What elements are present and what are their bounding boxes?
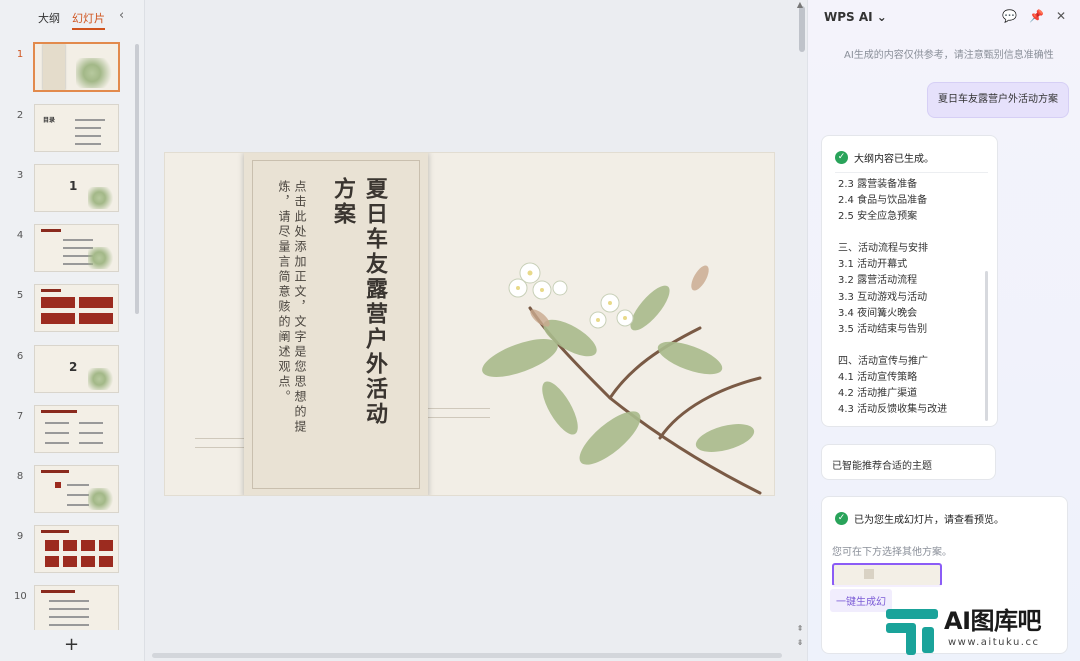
watermark-title: AI图库吧 [944,607,1042,635]
outline-item: 三、活动流程与安排 [838,243,928,255]
outline-item: 2.3 露营装备准备 [838,179,918,190]
slide-number: 7 [16,411,24,422]
outline-item: 四、活动宣传与推广 [838,355,928,367]
slide-body-text[interactable]: 点击此处添加正文，文字是您思想的提炼，请尽量言简意赅的阐述观点。 [276,180,308,460]
scroll-up-icon[interactable]: ▲ [796,0,804,9]
thumb-section-number: 2 [69,360,78,374]
add-slide-button[interactable]: + [64,634,79,655]
slide-thumbnail-6[interactable]: 2 [34,345,119,393]
flower-illustration [482,262,762,495]
tab-slides[interactable]: 幻灯片 [72,10,105,30]
ai-disclaimer: AI生成的内容仅供参考，请注意甄别信息准确性 [844,50,1054,61]
outline-card-title: 大纲内容已生成。 [854,154,934,165]
slide-thumbnail-10[interactable] [34,585,119,630]
prev-page-icon[interactable]: ⇞ [796,624,804,633]
thumb-title: 目录 [43,117,56,124]
slide-thumbnail-4[interactable] [34,224,119,272]
slide-thumb-row: 1 [0,42,140,93]
outline-item: 3.1 活动开幕式 [838,259,908,271]
generate-card-title: 已为您生成幻灯片，请查看预览。 [854,515,1004,526]
chevron-left-icon[interactable]: ‹ [119,8,131,24]
theme-suggest-card[interactable]: 已智能推荐合适的主题 [821,444,996,480]
slide-thumbnail-list[interactable]: 1 2 目录 3 1 4 5 6 2 7 8 9 10 [0,40,140,630]
slide-thumb-row: 10 [0,585,140,630]
slide-number: 1 [16,49,24,60]
mini-title-card [864,569,874,579]
slide-title[interactable]: 夏日车友露营户外活动 [362,177,388,427]
slide-canvas[interactable]: 夏日车友露营户外活动 方案 点击此处添加正文，文字是您思想的提炼，请尽量言简意赅… [146,0,806,661]
canvas-vertical-scrollbar[interactable] [799,6,805,52]
slide-thumbnail-8[interactable] [34,465,119,513]
design-option-thumbnail[interactable] [832,563,942,587]
theme-suggest-text: 已智能推荐合适的主题 [832,461,932,472]
outline-list: 2.3 露营装备准备 2.4 食品与饮品准备 2.5 安全应急预案 三、活动流程… [838,177,988,418]
slide-thumb-row: 8 [0,465,140,515]
slide-title-line2[interactable]: 方案 [330,177,356,227]
slide-number: 8 [16,471,24,482]
outline-gap [838,225,988,241]
outline-result-card[interactable]: ✓ 大纲内容已生成。 2.3 露营装备准备 2.4 食品与饮品准备 2.5 安全… [821,135,998,427]
outline-item: 4.2 活动推广渠道 [838,388,918,400]
ai-panel-title[interactable]: WPS AI ⌄ [824,10,887,24]
slide-thumb-row: 9 [0,525,140,575]
generate-card-subtitle: 您可在下方选择其他方案。 [832,547,952,558]
slide-thumb-row: 7 [0,405,140,455]
canvas-horizontal-scrollbar[interactable] [152,653,782,658]
generate-card-header: ✓ 已为您生成幻灯片，请查看预览。 [835,511,1004,526]
slide-thumb-row: 4 [0,224,140,274]
slide-number: 6 [16,351,24,362]
slide-number: 4 [16,230,24,241]
one-click-generate-button[interactable]: 一键生成幻 [830,589,892,612]
ai-title-text: WPS AI [824,10,873,24]
thumb-section-number: 1 [69,179,78,193]
user-prompt-bubble: 夏日车友露营户外活动方案 [927,82,1069,118]
divider [835,172,988,173]
outline-item: 3.4 夜间篝火晚会 [838,307,918,319]
outline-item: 3.3 互动游戏与活动 [838,291,928,303]
outline-item: 4.3 活动反馈收集与改进 [838,404,948,416]
aituku-logo-icon [886,609,938,655]
slide-number: 2 [16,110,24,121]
outline-item: 2.5 安全应急预案 [838,211,918,223]
slide-thumb-row: 5 [0,284,140,334]
next-page-icon[interactable]: ⇟ [796,638,804,647]
outline-item: 2.4 食品与饮品准备 [838,195,928,207]
ai-header-actions: 💬 📌 ✕ [1002,9,1066,23]
slide-thumbnail-3[interactable]: 1 [34,164,119,212]
check-icon: ✓ [835,151,848,164]
outline-item: 3.5 活动结束与告别 [838,323,928,335]
slide-thumb-row: 3 1 [0,164,140,214]
pin-icon[interactable]: 📌 [1029,9,1044,23]
slide-thumb-row: 6 2 [0,345,140,395]
outline-scrollbar[interactable] [985,271,988,421]
slide-number: 5 [16,290,24,301]
title-card[interactable]: 夏日车友露营户外活动 方案 点击此处添加正文，文字是您思想的提炼，请尽量言简意赅… [244,153,428,495]
check-icon: ✓ [835,512,848,525]
slide-thumbnail-2[interactable]: 目录 [34,104,119,152]
wps-ai-panel: WPS AI ⌄ 💬 📌 ✕ AI生成的内容仅供参考，请注意甄别信息准确性 夏日… [807,0,1080,661]
slide-thumbnail-5[interactable] [34,284,119,332]
slide-number: 10 [14,591,27,602]
slide-thumbnail-7[interactable] [34,405,119,453]
watermark: AI图库吧 www.aituku.cc [884,597,1080,661]
slide-thumbnail-1[interactable] [33,42,120,92]
outline-item: 3.2 露营活动流程 [838,275,918,287]
chat-icon[interactable]: 💬 [1002,9,1017,23]
slide-number: 9 [16,531,24,542]
slide-number: 3 [16,170,24,181]
watermark-url: www.aituku.cc [948,637,1040,648]
slide-preview[interactable]: 夏日车友露营户外活动 方案 点击此处添加正文，文字是您思想的提炼，请尽量言简意赅… [164,152,775,496]
panel-tabs: 大纲 幻灯片 [38,10,105,30]
slide-panel: 大纲 幻灯片 ‹ 1 2 目录 3 1 4 5 6 2 7 8 9 10 + [0,0,145,661]
outline-item: 4.1 活动宣传策略 [838,371,918,383]
chevron-down-icon[interactable]: ⌄ [877,10,887,24]
slide-thumb-row: 2 目录 [0,104,140,154]
slide-thumbnail-9[interactable] [34,525,119,573]
thumbnail-scrollbar[interactable] [135,44,139,314]
close-icon[interactable]: ✕ [1056,9,1066,23]
outline-card-header: ✓ 大纲内容已生成。 [835,150,934,165]
tab-outline[interactable]: 大纲 [38,10,60,30]
outline-gap [838,338,988,354]
